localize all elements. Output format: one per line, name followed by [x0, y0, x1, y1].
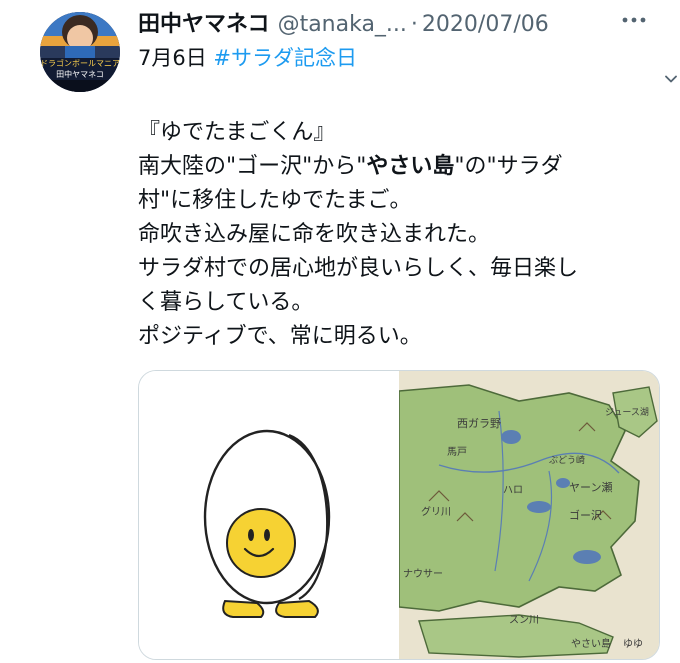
tweet-header: 田中ヤマネコ @tanaka_... · 2020/07/06 [138, 6, 608, 40]
map-label: やさい島 [571, 637, 611, 650]
avatar[interactable]: ドラゴンボールマニア 田中ヤマネコ [40, 12, 120, 92]
body-text: "の"サラダ [454, 154, 563, 179]
hand-drawn-island-map-image[interactable]: 西ガラ野 ぶどう崎 ヤーン瀬 ゴー沢 ハロ グリ川 スン川 ナウサー やさい島 … [398, 371, 659, 659]
more-horizontal-icon [622, 17, 646, 23]
avatar-sign-top: ドラゴンボールマニア [40, 58, 120, 68]
separator-dot: · [410, 12, 418, 37]
egg-character-illustration [203, 429, 331, 618]
tweet-subline: 7月6日 #サラダ記念日 [138, 42, 357, 72]
chevron-down-button[interactable] [664, 72, 678, 86]
map-label: ぶどう崎 [549, 454, 585, 466]
map-label: スン川 [509, 615, 539, 626]
map-label: ゆゆ [623, 638, 643, 650]
display-name[interactable]: 田中ヤマネコ [138, 6, 270, 38]
hashtag-link[interactable]: #サラダ記念日 [213, 46, 357, 70]
date-prefix: 7月6日 [138, 46, 207, 70]
chevron-down-icon [665, 75, 677, 83]
body-line: 『ゆでたまごくん』 [138, 120, 336, 145]
body-line: く暮らしている。 [138, 290, 314, 315]
body-line: ポジティブで、常に明るい。 [138, 324, 422, 349]
body-line: 村"に移住したゆでたまご。 [138, 188, 412, 213]
boiled-egg-character-image[interactable] [139, 371, 396, 659]
tweet-body: 『ゆでたまごくん』 南大陸の"ゴー沢"から"やさい島"の"サラダ 村"に移住した… [138, 116, 658, 354]
tweet-date[interactable]: 2020/07/06 [422, 12, 549, 37]
body-text: 南大陸の"ゴー沢"から" [138, 154, 367, 179]
map-label: ゴー沢 [569, 508, 602, 522]
body-line: 南大陸の"ゴー沢"から"やさい島"の"サラダ [138, 150, 658, 184]
map-label: ハロ [503, 485, 523, 496]
map-label: 馬戸 [447, 446, 467, 458]
more-options-button[interactable] [618, 8, 650, 32]
media-grid: 西ガラ野 ぶどう崎 ヤーン瀬 ゴー沢 ハロ グリ川 スン川 ナウサー やさい島 … [138, 370, 660, 660]
body-line: 命吹き込み屋に命を吹き込まれた。 [138, 222, 491, 247]
body-bold-text: やさい島 [366, 154, 455, 179]
map-label: ナウサー [403, 568, 443, 580]
body-line: サラダ村での居心地が良いらしく、毎日楽し [138, 256, 579, 281]
avatar-image: ドラゴンボールマニア 田中ヤマネコ [40, 12, 120, 92]
map-label: グリ川 [421, 505, 451, 518]
map-label: ヤーン瀬 [569, 480, 612, 494]
map-label: ジュース湖 [605, 407, 649, 418]
map-label: 西ガラ野 [457, 417, 501, 430]
island-map-illustration: 西ガラ野 ぶどう崎 ヤーン瀬 ゴー沢 ハロ グリ川 スン川 ナウサー やさい島 … [398, 371, 659, 659]
user-handle[interactable]: @tanaka_... [278, 12, 407, 37]
avatar-sign-name: 田中ヤマネコ [56, 69, 104, 79]
